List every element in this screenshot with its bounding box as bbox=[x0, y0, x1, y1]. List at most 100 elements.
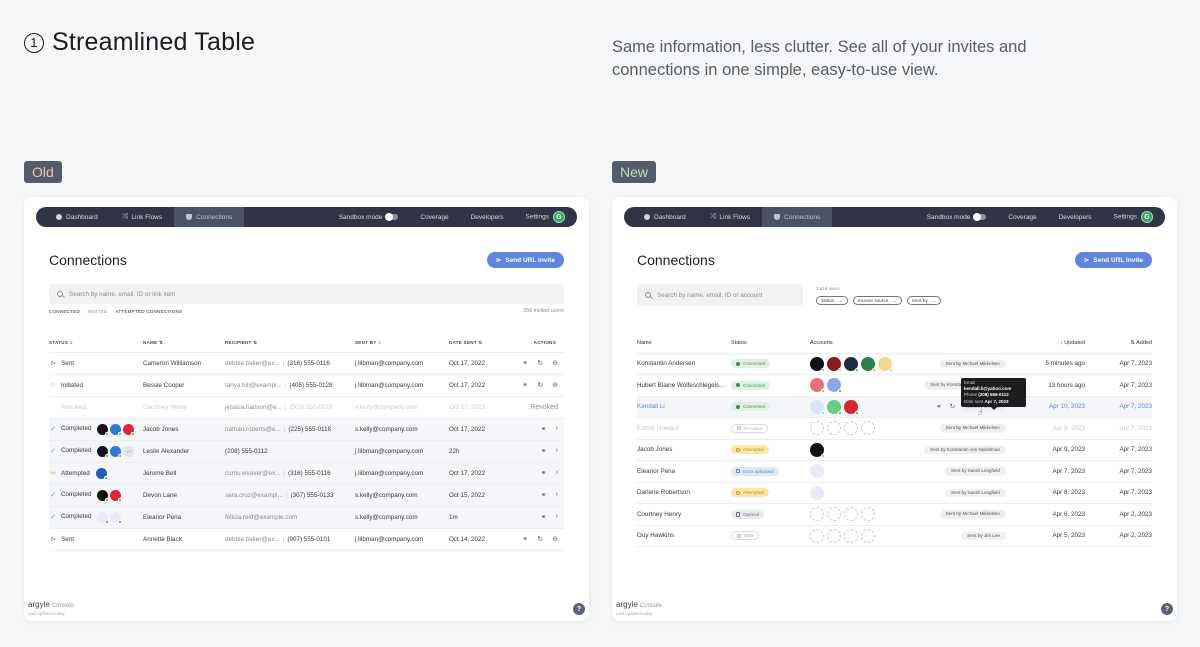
revoke-icon[interactable]: ⊖ bbox=[552, 535, 558, 543]
table-row[interactable]: ✓ Completed Jacob Jones nathan.roberts@e...… bbox=[49, 418, 564, 441]
search-input[interactable]: Search by name, email, ID or account bbox=[637, 284, 803, 306]
account-logo-icon[interactable] bbox=[810, 464, 824, 479]
copy-link-icon[interactable]: ⚭ bbox=[541, 491, 547, 499]
name-cell[interactable]: Darlene Robertson bbox=[637, 482, 731, 504]
account-logo-icon[interactable] bbox=[810, 399, 825, 415]
copy-link-icon[interactable]: ⚭ bbox=[541, 469, 547, 477]
nav-coverage[interactable]: Coverage bbox=[420, 214, 448, 221]
filter-status[interactable]: Status ⌄ bbox=[816, 296, 848, 305]
table-row[interactable]: ○ Initiated Bessie Cooper tanya.hill@exampl… bbox=[49, 374, 564, 397]
table-row[interactable]: Darlene Robertson Attempted Sent by Sarah … bbox=[637, 482, 1152, 504]
tab-connected[interactable]: CONNECTED bbox=[49, 309, 80, 314]
refresh-icon[interactable]: ↻ bbox=[537, 359, 543, 367]
table-row[interactable]: ⊳ Sent Annette Black debbie.baker@ex... | (90… bbox=[49, 528, 564, 551]
filter-sent-by[interactable]: Sent by ⌄ bbox=[906, 296, 942, 305]
tab-invited[interactable]: INVITED bbox=[88, 309, 108, 314]
chevron-right-icon[interactable]: › bbox=[556, 425, 558, 433]
nav-dashboard[interactable]: Dashboard bbox=[36, 207, 110, 227]
account-logo-icon[interactable] bbox=[878, 356, 893, 372]
toggle-switch[interactable] bbox=[385, 212, 399, 221]
chevron-right-icon[interactable]: › bbox=[556, 491, 558, 499]
col-added[interactable]: ⇅ Added bbox=[1085, 334, 1152, 354]
account-logo-icon[interactable] bbox=[827, 399, 842, 415]
nav-connections[interactable]: Connections bbox=[762, 207, 833, 227]
table-row[interactable]: Jacob Jones Attempted Sent by Konstantin v… bbox=[637, 439, 1152, 461]
col-date-sent[interactable]: DATE SENT ⇅ bbox=[449, 334, 519, 353]
sandbox-toggle[interactable]: Sandbox mode bbox=[339, 212, 399, 221]
account-logo-icon[interactable] bbox=[861, 356, 876, 372]
nav-settings[interactable]: Settings G bbox=[526, 211, 565, 223]
copy-link-icon[interactable]: ⚭ bbox=[936, 402, 941, 410]
tab-attempted-connections[interactable]: ATTEMPTED CONNECTIONS bbox=[115, 309, 182, 314]
name-cell[interactable]: Kendall Li bbox=[637, 396, 731, 418]
name-cell[interactable]: Konstantin Andersen bbox=[637, 353, 731, 375]
avatar[interactable]: G bbox=[553, 211, 565, 223]
avatar[interactable]: G bbox=[1141, 211, 1153, 223]
account-logo-icon[interactable] bbox=[844, 356, 859, 372]
sent-by-chip[interactable]: Sent by Jim Lee bbox=[961, 531, 1006, 540]
chevron-right-icon[interactable]: › bbox=[556, 469, 558, 477]
help-button[interactable]: ? bbox=[573, 603, 585, 615]
account-logo-icon[interactable] bbox=[810, 485, 824, 500]
sent-by-chip[interactable]: Sent by Sarah Longfield bbox=[944, 488, 1006, 497]
refresh-icon[interactable]: ↻ bbox=[950, 402, 955, 410]
table-row[interactable]: ⊳ Sent Cameron Williamson debbie.baker@ex..… bbox=[49, 352, 564, 375]
account-logo-icon[interactable] bbox=[810, 442, 825, 458]
table-row[interactable]: ✓ Completed 2+ Leslie Alexander (208) 555-01… bbox=[49, 440, 564, 463]
table-row[interactable]: Guy Hawkins Sent Sent by Jim Lee Apr 5, 202… bbox=[637, 525, 1152, 547]
nav-settings[interactable]: Settings G bbox=[1114, 211, 1153, 223]
name-cell[interactable]: Courtney Henry bbox=[637, 503, 731, 526]
nav-developers[interactable]: Developers bbox=[471, 214, 504, 221]
sent-by-chip[interactable]: Sent by Michael Mikkelsen bbox=[939, 424, 1006, 433]
help-button[interactable]: ? bbox=[1161, 603, 1173, 615]
col-name[interactable]: Name bbox=[637, 334, 731, 354]
copy-link-icon[interactable]: ⚭ bbox=[541, 425, 547, 433]
nav-link-flows[interactable]: ⤨ Link Flows bbox=[698, 207, 762, 227]
nav-coverage[interactable]: Coverage bbox=[1008, 214, 1036, 221]
copy-link-icon[interactable]: ⚭ bbox=[522, 359, 528, 367]
send-url-invite-button[interactable]: ⊳ Send URL invite bbox=[1074, 252, 1152, 268]
revoke-icon[interactable]: ⊖ bbox=[552, 359, 558, 367]
sent-by-chip[interactable]: Sent by Michael Mikkelsen bbox=[939, 359, 1006, 368]
send-url-invite-button[interactable]: ⊳ Send URL invite bbox=[486, 252, 564, 268]
copy-link-icon[interactable]: ⚭ bbox=[522, 381, 528, 389]
filter-income-source[interactable]: Income source ⌄ bbox=[852, 296, 902, 305]
chevron-right-icon[interactable]: › bbox=[556, 447, 558, 455]
col-status[interactable]: STATUS ≡ bbox=[49, 334, 143, 353]
table-row[interactable]: Konstantin Andersen Connected Sent by Mich… bbox=[637, 353, 1152, 375]
col-updated[interactable]: ↓ Updated bbox=[1010, 334, 1085, 354]
col-status[interactable]: Status bbox=[731, 334, 810, 354]
table-row[interactable]: ✓ Completed Devon Lane sara.cruz@exampl... |… bbox=[49, 484, 564, 507]
nav-connections[interactable]: Connections bbox=[174, 207, 245, 227]
sent-by-chip[interactable]: Sent by Michael Mikkelsen bbox=[939, 510, 1006, 519]
copy-link-icon[interactable]: ⚭ bbox=[522, 535, 528, 543]
revoke-icon[interactable]: ⊖ bbox=[552, 381, 558, 389]
sent-by-chip[interactable]: Sent by Konstantin von Nickelman bbox=[924, 445, 1006, 454]
chevron-right-icon[interactable]: › bbox=[556, 513, 558, 521]
nav-dashboard[interactable]: Dashboard bbox=[624, 207, 698, 227]
account-logo-icon[interactable] bbox=[827, 378, 842, 394]
copy-link-icon[interactable]: ⚭ bbox=[541, 447, 547, 455]
name-cell[interactable]: Esther Howard bbox=[637, 417, 731, 440]
copy-link-icon[interactable]: ⚭ bbox=[541, 513, 547, 521]
nav-link-flows[interactable]: ⤨ Link Flows bbox=[110, 207, 174, 227]
account-logo-icon[interactable] bbox=[827, 356, 842, 372]
sent-by-chip[interactable]: Sent by Sarah Longfield bbox=[944, 467, 1006, 476]
account-logo-icon[interactable] bbox=[810, 378, 825, 394]
sandbox-toggle[interactable]: Sandbox mode bbox=[927, 212, 987, 221]
account-logo-icon[interactable] bbox=[810, 356, 825, 372]
table-row[interactable]: Esther Howard Revoked Sent by Michael Mikk… bbox=[637, 417, 1152, 440]
name-cell[interactable]: Jacob Jones bbox=[637, 439, 731, 461]
search-input[interactable]: Search by name, email, ID or link item bbox=[49, 284, 564, 304]
name-cell[interactable]: Eleanor Pena bbox=[637, 460, 731, 483]
table-row[interactable]: Kendall LiConnected⚭↻Sent by Jim LeeApr … bbox=[637, 396, 1152, 418]
table-row[interactable]: Hubert Blaine Wolfeschlegels... Connected… bbox=[637, 374, 1152, 397]
name-cell[interactable]: Guy Hawkins bbox=[637, 525, 731, 547]
nav-developers[interactable]: Developers bbox=[1059, 214, 1092, 221]
col-recipient[interactable]: RECIPIENT ⇅ bbox=[225, 334, 355, 353]
col-name[interactable]: NAME ⇅ bbox=[143, 334, 225, 353]
toggle-switch[interactable] bbox=[973, 212, 987, 221]
refresh-icon[interactable]: ↻ bbox=[537, 535, 543, 543]
account-logo-icon[interactable] bbox=[844, 399, 859, 415]
table-row[interactable]: ✓ Completed Eleanor Pena felicia.reid@examp… bbox=[49, 506, 564, 529]
